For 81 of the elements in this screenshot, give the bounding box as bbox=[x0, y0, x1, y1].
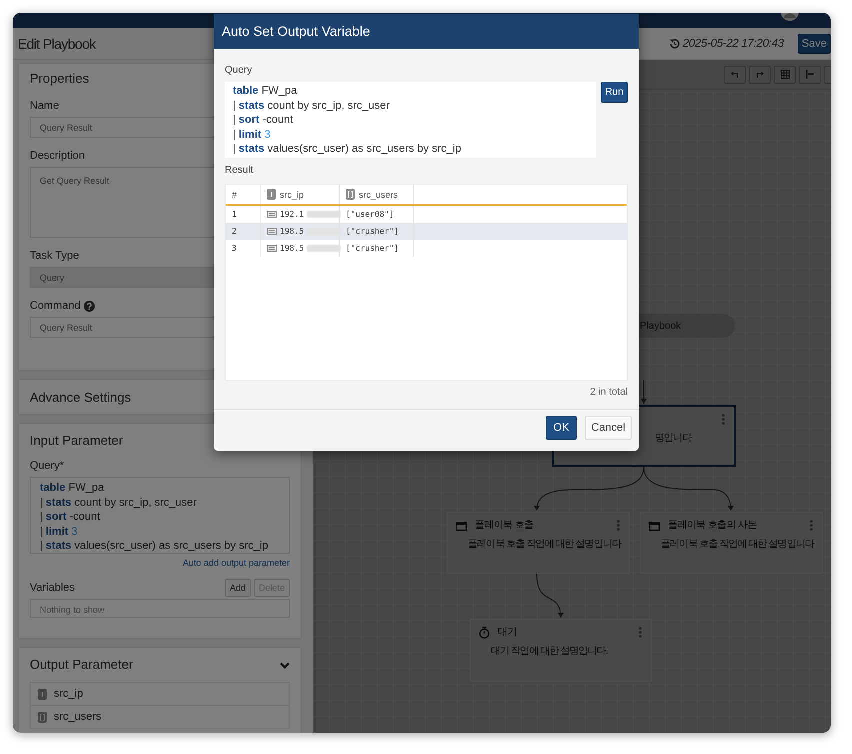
page-title: Edit Playbook bbox=[18, 36, 98, 52]
node-description: 대기 작업에 대한 설명입니다. bbox=[491, 645, 608, 659]
undo-icon bbox=[731, 71, 739, 78]
query-editor[interactable]: table FW_pa | stats count by src_ip, src_user | sort -count | limit 3 | stats values(src_user) as src_users by src_ip bbox=[30, 477, 290, 554]
grid-icon bbox=[780, 70, 790, 79]
kebab-menu-icon[interactable] bbox=[810, 520, 813, 531]
code-line: | stats count by src_ip, src_user bbox=[40, 496, 198, 510]
field-label: Description bbox=[30, 149, 86, 163]
node-description: 플레이북 호출 작업에 대한 설명입니다 bbox=[468, 538, 622, 552]
monitor-icon bbox=[267, 228, 277, 235]
toolbar-button[interactable] bbox=[749, 66, 771, 84]
query-editor[interactable]: table FW_pa | stats count by src_ip, src_user | sort -count | limit 3 | stats values(src_user) as src_users by src_ip bbox=[225, 82, 596, 158]
empty-list-text: Nothing to show bbox=[30, 599, 290, 618]
code-line: | stats values(src_user) as src_users by src_ip bbox=[40, 539, 270, 553]
flow-node[interactable]: 플레이북 호출 플레이북 호출 작업에 대한 설명입니다 bbox=[447, 512, 630, 574]
code-line: | stats values(src_user) as src_users by src_ip bbox=[233, 142, 462, 156]
node-description: 플레이북 호출 작업에 대한 설명입니다 bbox=[661, 538, 814, 552]
table-cell: ["crusher"] bbox=[346, 227, 399, 236]
node-title: 플레이북 호출 bbox=[475, 519, 534, 533]
toolbar-button[interactable] bbox=[724, 66, 746, 84]
section-title: Properties bbox=[30, 70, 90, 88]
code-line: table FW_pa bbox=[233, 84, 298, 98]
small-button[interactable]: Add bbox=[224, 579, 251, 597]
node-title: 플레이북 호출의 사본 bbox=[668, 519, 757, 533]
history-icon bbox=[670, 38, 680, 48]
toolbar-button[interactable] bbox=[799, 66, 821, 84]
kebab-menu-icon[interactable] bbox=[639, 627, 642, 638]
param-name: src_ip bbox=[54, 688, 84, 700]
code-line: | stats count by src_ip, src_user bbox=[233, 98, 391, 113]
cancel-button[interactable]: Cancel bbox=[585, 416, 632, 440]
connector-arrow bbox=[536, 574, 564, 618]
saved-timestamp: 2025-05-22 17:20:43 bbox=[682, 38, 784, 50]
param-name: src_users bbox=[54, 711, 102, 723]
array-type-icon bbox=[38, 712, 47, 722]
run-button[interactable]: Run bbox=[601, 82, 628, 103]
node-title: 대기 bbox=[498, 626, 517, 640]
kebab-menu-icon[interactable] bbox=[617, 520, 620, 531]
table-cell: 2 bbox=[232, 227, 237, 236]
total-count: 2 in total bbox=[589, 387, 628, 399]
field-label: Name bbox=[30, 99, 60, 113]
string-type-icon bbox=[38, 688, 47, 700]
field-label: Task Type bbox=[30, 249, 80, 263]
column-header: src_users bbox=[359, 190, 398, 200]
redo-icon bbox=[756, 71, 764, 78]
flow-node[interactable]: 대기 대기 작업에 대한 설명입니다. bbox=[470, 619, 652, 682]
field-label: Command bbox=[30, 299, 81, 313]
table-cell: 1 bbox=[232, 210, 237, 219]
toolbar-button[interactable] bbox=[774, 66, 796, 84]
array-type-icon bbox=[346, 189, 355, 200]
save-button[interactable]: Save bbox=[798, 34, 831, 54]
field-label: Result bbox=[225, 164, 254, 178]
monitor-icon bbox=[267, 211, 277, 218]
table-cell: 198.5 bbox=[280, 244, 304, 253]
ok-button[interactable]: OK bbox=[546, 416, 577, 440]
table-cell: ["crusher"] bbox=[346, 244, 399, 253]
string-type-icon bbox=[267, 189, 276, 200]
code-line: table FW_pa bbox=[40, 481, 106, 496]
field-label: Query bbox=[225, 64, 254, 78]
align-left-icon bbox=[806, 70, 814, 79]
stopwatch-icon bbox=[479, 627, 490, 639]
section-title: Advance Settings bbox=[30, 389, 132, 407]
table-row[interactable]: 2 198.5 ["crusher"] bbox=[226, 223, 627, 240]
auto-add-link[interactable]: Auto add output parameter bbox=[30, 557, 290, 569]
dialog-title: Auto Set Output Variable bbox=[222, 24, 370, 39]
connector-arrow bbox=[641, 380, 647, 404]
flow-node[interactable]: 플레이북 호출의 사본 플레이북 호출 작업에 대한 설명입니다 bbox=[640, 512, 823, 574]
monitor-icon bbox=[267, 245, 277, 252]
window-icon bbox=[456, 522, 467, 530]
field-label: Variables bbox=[30, 581, 76, 595]
table-cell: ["user08"] bbox=[346, 210, 394, 219]
kebab-menu-icon[interactable] bbox=[722, 414, 725, 425]
node-description: 명입니다 bbox=[655, 432, 692, 446]
section-title: Input Parameter bbox=[30, 432, 124, 450]
column-header: # bbox=[232, 190, 238, 200]
table-cell: 3 bbox=[232, 244, 237, 253]
code-line: | sort -count bbox=[40, 510, 102, 524]
field-label: Query* bbox=[30, 459, 64, 473]
window-icon bbox=[649, 522, 660, 530]
code-line: | limit 3 bbox=[40, 524, 79, 539]
section-title: Output Parameter bbox=[30, 656, 134, 674]
chevron-down-icon[interactable] bbox=[280, 662, 290, 668]
